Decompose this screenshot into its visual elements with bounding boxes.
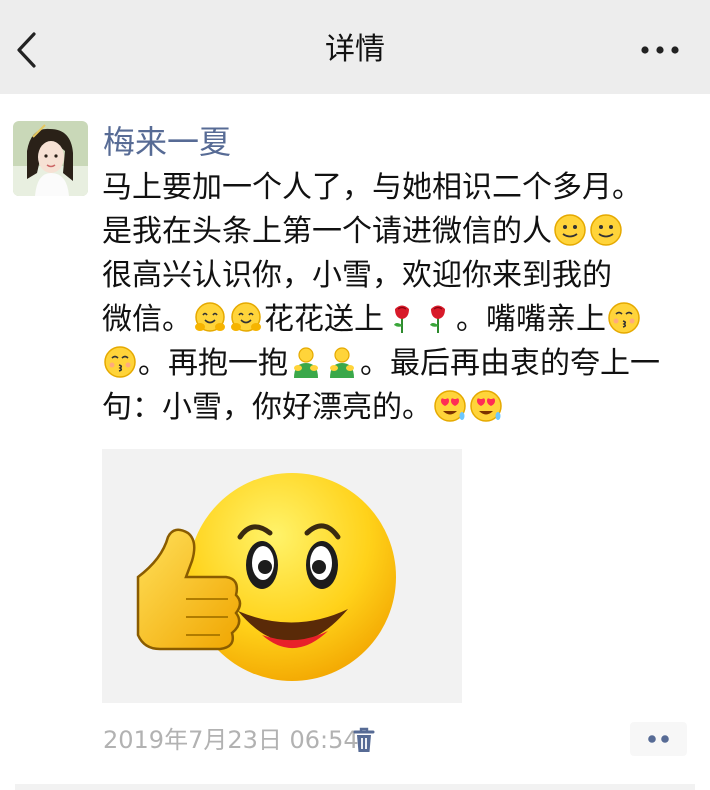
kiss-emoji-icon	[104, 346, 136, 378]
hearteyes-emoji-icon	[470, 390, 502, 422]
post-line: 是我在头条上第一个请进微信的人	[102, 210, 702, 254]
post-line: 马上要加一个人了，与她相识二个多月。	[102, 166, 702, 210]
post-text-segment: 很高兴认识你，小雪，欢迎你来到我的	[102, 258, 612, 293]
comment-like-button[interactable]	[630, 722, 687, 756]
hugman-emoji-icon	[330, 347, 354, 378]
post-text-segment: 花花送上	[264, 302, 384, 337]
divider	[15, 784, 695, 790]
smile-emoji-icon	[590, 214, 622, 246]
top-bar: 详情	[0, 0, 710, 94]
post-image[interactable]	[102, 449, 462, 703]
thumbs-up-smiley-icon	[136, 473, 396, 681]
post-line: 。再抱一抱 。最后再由衷的夸上一	[102, 342, 702, 386]
post-text-segment: 微信。	[102, 302, 192, 337]
hug-emoji-icon	[195, 302, 225, 332]
post-text-segment: 是我在头条上第一个请进微信的人	[102, 214, 552, 249]
trash-icon[interactable]	[352, 726, 376, 754]
post-line: 很高兴认识你，小雪，欢迎你来到我的	[102, 254, 702, 298]
hearteyes-emoji-icon	[434, 390, 466, 422]
avatar[interactable]	[13, 121, 88, 196]
hug-emoji-icon	[231, 302, 261, 332]
avatar-portrait-icon	[13, 121, 88, 196]
more-options-icon[interactable]	[638, 38, 682, 62]
smile-emoji-icon	[554, 214, 586, 246]
post-text-segment: 。再抱一抱	[138, 346, 288, 381]
more-dots-icon	[648, 735, 669, 743]
hugman-emoji-icon	[294, 347, 318, 378]
post-text-segment: 。嘴嘴亲上	[456, 302, 606, 337]
page-title: 详情	[325, 32, 385, 67]
post-line: 句：小雪，你好漂亮的。	[102, 386, 702, 430]
post-text-segment: 。最后再由衷的夸上一	[360, 346, 660, 381]
post-timestamp: 2019年7月23日 06:54	[103, 726, 359, 754]
rose-emoji-icon	[394, 305, 409, 333]
post-text-segment: 马上要加一个人了，与她相识二个多月。	[102, 170, 642, 205]
post-text: 马上要加一个人了，与她相识二个多月。 是我在头条上第一个请进微信的人很高兴认识你，…	[102, 166, 702, 430]
post-line: 微信。 花花送上 。嘴嘴亲上	[102, 298, 702, 342]
post-text-segment: 句：小雪，你好漂亮的。	[102, 390, 432, 425]
rose-emoji-icon	[430, 305, 445, 333]
kiss-emoji-icon	[608, 302, 640, 334]
author-name[interactable]: 梅来一夏	[103, 120, 231, 164]
